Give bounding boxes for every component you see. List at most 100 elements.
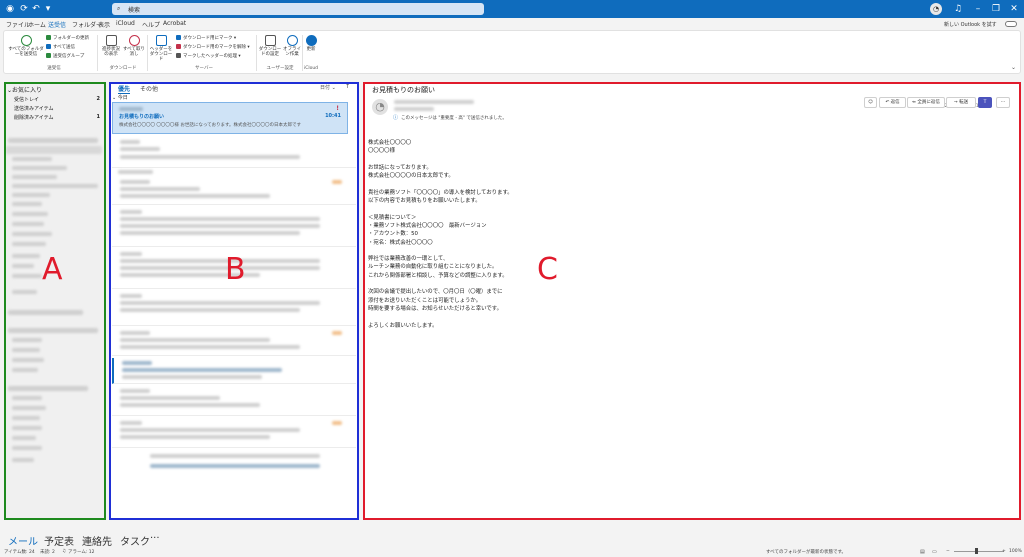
tab-file[interactable]: ファイル xyxy=(6,20,30,29)
forward-button[interactable]: → 転送 xyxy=(946,97,976,108)
refresh-icon xyxy=(305,35,317,46)
update-folder-button[interactable]: フォルダーの更新 xyxy=(46,35,89,41)
reply-button[interactable]: ↶ 返信 xyxy=(879,97,906,108)
mail-item[interactable] xyxy=(112,177,356,205)
blurred-folder-row xyxy=(12,426,42,430)
smile-icon: ☺ xyxy=(868,100,873,105)
send-all-label: すべて送信 xyxy=(53,45,76,50)
blurred-folder-row xyxy=(12,436,36,440)
search-placeholder: 検索 xyxy=(128,7,141,14)
info-icon: ⓘ xyxy=(393,115,399,121)
blurred-folder-row xyxy=(12,184,98,188)
show-progress-button[interactable]: 進捗状況の表示 xyxy=(100,35,122,57)
mail-item[interactable] xyxy=(112,207,356,247)
folder-deleted[interactable]: 削除済みアイテム 1 xyxy=(14,114,100,121)
icloud-refresh-button[interactable]: 更新 xyxy=(304,35,318,52)
tab-view[interactable]: 表示 xyxy=(98,20,110,29)
blurred-folder-row xyxy=(6,146,102,154)
reading-view-icon[interactable]: ▭ xyxy=(932,549,937,555)
tab-focused[interactable]: 優先 xyxy=(118,84,131,94)
selected-mail-item[interactable]: お見積もりのお願い 10:41 ! 株式会社〇〇〇〇 〇〇〇〇様 お世話になって… xyxy=(112,102,348,134)
offline-work-button[interactable]: オフライン作業 xyxy=(282,35,302,57)
selected-mail-preview: 株式会社〇〇〇〇 〇〇〇〇様 お世話になっております。株式会社〇〇〇〇の日本太郎… xyxy=(119,123,302,128)
blurred-flag xyxy=(332,180,342,184)
sort-direction-icon[interactable]: ↑ xyxy=(345,83,350,90)
status-bar: アイテム数: 24 未読: 2 ♫ アラーム: 12 すべてのフォルダーが最新の… xyxy=(0,546,1024,557)
blurred-folder-row xyxy=(12,212,48,216)
folder-inbox[interactable]: 受信トレイ 2 xyxy=(14,96,100,103)
tab-other[interactable]: その他 xyxy=(140,84,158,93)
sender-avatar[interactable]: ◔ xyxy=(372,99,388,115)
emoji-reaction-button[interactable]: ☺ xyxy=(864,97,877,108)
restore-icon[interactable]: ❐ xyxy=(990,3,1002,15)
body-line: 株式会社〇〇〇〇 xyxy=(368,140,412,146)
blurred-subject xyxy=(120,147,160,151)
mail-item[interactable] xyxy=(112,358,356,384)
unmark-download-button[interactable]: ダウンロード用のマークを解除 ▾ xyxy=(176,44,250,50)
close-icon[interactable]: ✕ xyxy=(1008,3,1020,15)
minimize-icon[interactable]: – xyxy=(972,3,984,15)
tab-home[interactable]: ホーム xyxy=(28,20,46,29)
folder-sent[interactable]: 送信済みアイテム xyxy=(14,105,100,112)
customize-toolbar-icon[interactable]: ▾ xyxy=(42,3,54,15)
mark-download-button[interactable]: ダウンロード用にマーク ▾ xyxy=(176,35,236,41)
blurred-folder-row xyxy=(12,458,34,462)
cancel-all-button[interactable]: すべて取り消し xyxy=(123,35,145,57)
new-outlook-label: 新しい Outlook を試す xyxy=(944,22,997,28)
group-user-settings-label: ユーザー設定 xyxy=(266,66,294,71)
group-download-label: ダウンロード xyxy=(109,66,137,71)
mail-item[interactable] xyxy=(112,136,356,168)
blurred-sender xyxy=(120,389,150,393)
zoom-in-icon[interactable]: + xyxy=(1002,549,1006,554)
body-line xyxy=(368,180,513,188)
process-marked-button[interactable]: マークしたヘッダーの処理 ▾ xyxy=(176,53,241,59)
blurred-flag xyxy=(332,421,342,425)
search-input[interactable]: ⌕ 検索 xyxy=(112,3,484,15)
mail-item[interactable] xyxy=(112,291,356,326)
body-line: 貴社の業務ソフト「〇〇〇〇」の導入を検討しております。 xyxy=(368,189,513,196)
tab-icloud[interactable]: iCloud xyxy=(116,20,135,27)
blurred-folder-row xyxy=(12,193,50,197)
send-receive-groups-button[interactable]: 送受信グループ xyxy=(46,53,84,59)
download-settings-button[interactable]: ダウンロードの設定 xyxy=(258,35,282,57)
mail-item[interactable] xyxy=(112,328,356,356)
more-actions-button[interactable]: ··· xyxy=(996,97,1010,108)
process-marked-icon xyxy=(176,53,181,58)
collapse-ribbon-icon[interactable]: ⌄ xyxy=(1011,64,1016,71)
tab-acrobat[interactable]: Acrobat xyxy=(163,20,186,27)
mail-item[interactable] xyxy=(112,386,356,416)
status-sync: すべてのフォルダーが最新の状態です。 xyxy=(766,550,847,555)
new-outlook-toggle[interactable] xyxy=(1005,21,1017,27)
blurred-folder-row xyxy=(12,232,52,236)
group-icloud-label: iCloud xyxy=(303,66,319,71)
blurred-folder-row xyxy=(12,222,44,226)
zoom-slider[interactable] xyxy=(954,551,1004,552)
blurred-footer-text xyxy=(150,454,320,458)
body-line: よろしくお願いいたします。 xyxy=(368,322,438,329)
teams-share-button[interactable]: T xyxy=(978,97,992,108)
mail-item[interactable] xyxy=(112,418,356,448)
account-avatar[interactable]: ◔ xyxy=(930,3,942,15)
favorites-header[interactable]: ⌄お気に入り xyxy=(7,85,42,94)
undo-icon[interactable]: ↶ xyxy=(30,3,42,15)
body-line xyxy=(368,156,513,164)
annotation-label-a: A xyxy=(42,252,63,287)
blurred-group-header xyxy=(118,170,153,174)
send-all-button[interactable]: すべて送信 xyxy=(46,44,75,50)
zoom-slider-thumb[interactable] xyxy=(975,548,978,554)
download-headers-button[interactable]: ヘッダーをダウンロード xyxy=(149,35,173,62)
bell-icon[interactable]: ♫ xyxy=(952,3,964,15)
sort-dropdown[interactable]: 日付 ⌄ xyxy=(320,84,336,91)
tab-help[interactable]: ヘルプ xyxy=(142,20,160,29)
nav-more[interactable]: ··· xyxy=(150,533,160,544)
sync-icon[interactable]: ⟳ xyxy=(18,3,30,15)
importance-info-text: このメッセージは "重要度 - 高" で送信されました。 xyxy=(401,116,507,121)
zoom-out-icon[interactable]: − xyxy=(946,549,950,554)
normal-view-icon[interactable]: ▤ xyxy=(920,549,925,555)
send-receive-all-button[interactable]: すべてのフォルダーを送受信 xyxy=(8,35,44,57)
blurred-folder-row xyxy=(12,254,40,258)
favorites-label: お気に入り xyxy=(12,87,43,94)
update-folder-label: フォルダーの更新 xyxy=(53,36,89,41)
reply-all-button[interactable]: ⇚ 全員に返信 xyxy=(907,97,945,108)
group-today[interactable]: ⌄ 今日 xyxy=(112,94,128,101)
